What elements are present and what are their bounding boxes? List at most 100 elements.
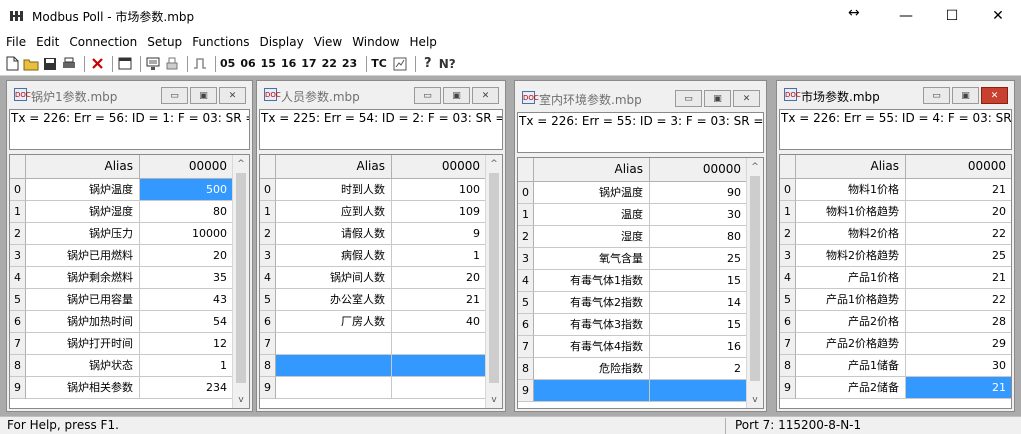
chart-icon[interactable] (392, 55, 408, 73)
alias-cell[interactable]: 办公室人数 (276, 289, 392, 311)
alias-cell[interactable] (276, 355, 392, 377)
value-cell[interactable]: 1 (140, 355, 234, 377)
table-row[interactable]: 3 锅炉已用燃料 20 (10, 245, 234, 267)
alias-cell[interactable] (534, 380, 650, 402)
fc-23-button[interactable]: 23 (342, 57, 357, 70)
alias-cell[interactable]: 锅炉打开时间 (26, 333, 140, 355)
value-cell[interactable]: 1 (392, 245, 487, 267)
scroll-down-arrow[interactable]: v (747, 391, 763, 408)
print-icon[interactable] (61, 55, 77, 73)
value-cell[interactable]: 80 (650, 226, 748, 248)
alias-cell[interactable]: 有毒气体2指数 (534, 292, 650, 314)
alias-cell[interactable]: 锅炉已用燃料 (26, 245, 140, 267)
child-maximize-button[interactable]: ▣ (443, 87, 470, 104)
value-cell[interactable]: 28 (906, 311, 1011, 333)
child-close-button[interactable]: ✕ (472, 87, 499, 104)
child-title-bar[interactable]: DOC 室内环境参数.mbp ▭ ▣ ✕ (515, 81, 766, 112)
table-row[interactable]: 9 (260, 377, 487, 399)
fc-16-button[interactable]: 16 (281, 57, 296, 70)
value-cell[interactable]: 21 (906, 179, 1011, 201)
value-cell[interactable]: 80 (140, 201, 234, 223)
alias-cell[interactable]: 厂房人数 (276, 311, 392, 333)
value-cell[interactable]: 10000 (140, 223, 234, 245)
value-cell[interactable]: 2 (650, 358, 748, 380)
value-cell[interactable]: 25 (650, 248, 748, 270)
table-row[interactable]: 0 物料1价格 21 (780, 179, 1011, 201)
menu-help[interactable]: Help (410, 35, 437, 49)
alias-cell[interactable]: 有毒气体4指数 (534, 336, 650, 358)
alias-cell[interactable]: 锅炉压力 (26, 223, 140, 245)
table-row[interactable]: 7 有毒气体4指数 16 (518, 336, 748, 358)
fc-15-button[interactable]: 15 (261, 57, 276, 70)
context-help-icon[interactable]: N? (439, 55, 456, 73)
value-cell[interactable]: 43 (140, 289, 234, 311)
value-cell[interactable]: 109 (392, 201, 487, 223)
table-row[interactable]: 1 锅炉湿度 80 (10, 201, 234, 223)
scroll-thumb[interactable] (750, 176, 760, 381)
menu-window[interactable]: Window (352, 35, 399, 49)
maximize-button[interactable]: ☐ (929, 0, 975, 32)
value-cell[interactable] (650, 380, 748, 402)
table-row[interactable]: 1 物料1价格趋势 20 (780, 201, 1011, 223)
vertical-scrollbar[interactable]: ^ v (485, 155, 502, 408)
table-row[interactable]: 3 氧气含量 25 (518, 248, 748, 270)
table-row[interactable]: 2 湿度 80 (518, 226, 748, 248)
scroll-up-arrow[interactable]: ^ (747, 158, 763, 175)
value-cell[interactable]: 29 (906, 333, 1011, 355)
table-row[interactable]: 2 物料2价格 22 (780, 223, 1011, 245)
value-cell[interactable]: 20 (392, 267, 487, 289)
value-cell[interactable]: 30 (906, 355, 1011, 377)
child-maximize-button[interactable]: ▣ (704, 90, 731, 107)
table-row[interactable]: 2 锅炉压力 10000 (10, 223, 234, 245)
table-row[interactable]: 1 应到人数 109 (260, 201, 487, 223)
resize-icon[interactable]: ↔ (848, 5, 860, 21)
value-cell[interactable]: 90 (650, 182, 748, 204)
child-close-button[interactable]: ✕ (733, 90, 760, 107)
table-row[interactable]: 7 产品2价格趋势 29 (780, 333, 1011, 355)
minimize-button[interactable]: — (883, 0, 929, 32)
menu-functions[interactable]: Functions (192, 35, 249, 49)
value-cell[interactable]: 234 (140, 377, 234, 399)
value-cell[interactable]: 22 (906, 289, 1011, 311)
table-row[interactable]: 5 锅炉已用容量 43 (10, 289, 234, 311)
table-row[interactable]: 4 锅炉剩余燃料 35 (10, 267, 234, 289)
value-cell[interactable]: 15 (650, 270, 748, 292)
save-icon[interactable] (42, 55, 58, 73)
fc-06-button[interactable]: 06 (240, 57, 255, 70)
fc-17-button[interactable]: 17 (301, 57, 316, 70)
monitor-icon[interactable] (145, 55, 161, 73)
value-cell[interactable]: 22 (906, 223, 1011, 245)
value-cell[interactable]: 9 (392, 223, 487, 245)
tc-button[interactable]: TC (371, 57, 387, 70)
menu-display[interactable]: Display (259, 35, 303, 49)
table-row[interactable]: 2 请假人数 9 (260, 223, 487, 245)
alias-cell[interactable]: 产品1价格 (796, 267, 906, 289)
table-row[interactable]: 8 (260, 355, 487, 377)
alias-cell[interactable]: 氧气含量 (534, 248, 650, 270)
value-cell[interactable]: 500 (140, 179, 234, 201)
value-cell[interactable]: 20 (140, 245, 234, 267)
table-row[interactable]: 6 产品2价格 28 (780, 311, 1011, 333)
table-row[interactable]: 9 产品2储备 21 (780, 377, 1011, 399)
table-row[interactable]: 8 产品1储备 30 (780, 355, 1011, 377)
child-close-button[interactable]: ✕ (981, 87, 1008, 104)
table-row[interactable]: 3 物料2价格趋势 25 (780, 245, 1011, 267)
printer-icon[interactable] (164, 55, 180, 73)
value-cell[interactable]: 21 (906, 267, 1011, 289)
value-cell[interactable]: 14 (650, 292, 748, 314)
table-row[interactable]: 5 办公室人数 21 (260, 289, 487, 311)
alias-cell[interactable]: 产品1价格趋势 (796, 289, 906, 311)
table-row[interactable]: 0 锅炉温度 500 (10, 179, 234, 201)
child-minimize-button[interactable]: ▭ (161, 87, 188, 104)
alias-cell[interactable] (276, 377, 392, 399)
table-row[interactable]: 0 锅炉温度 90 (518, 182, 748, 204)
table-row[interactable]: 8 危险指数 2 (518, 358, 748, 380)
alias-cell[interactable]: 物料2价格 (796, 223, 906, 245)
menu-connection[interactable]: Connection (69, 35, 137, 49)
alias-cell[interactable]: 产品1储备 (796, 355, 906, 377)
alias-cell[interactable]: 湿度 (534, 226, 650, 248)
value-cell[interactable]: 35 (140, 267, 234, 289)
vertical-scrollbar[interactable]: ^ v (232, 155, 249, 408)
alias-cell[interactable]: 锅炉状态 (26, 355, 140, 377)
table-row[interactable]: 6 锅炉加热时间 54 (10, 311, 234, 333)
